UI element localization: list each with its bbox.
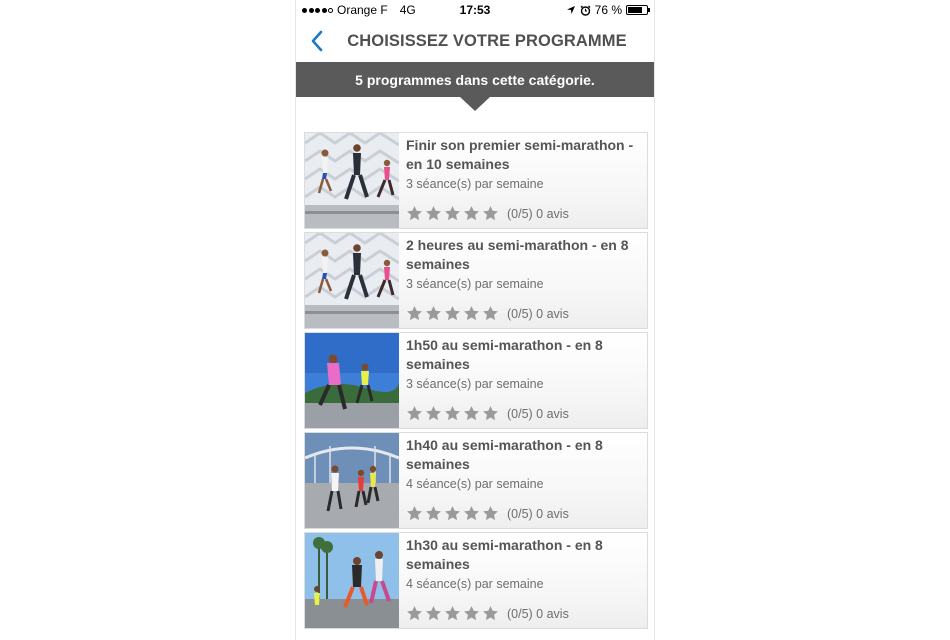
program-title: 2 heures au semi-marathon - en 8 semaine… (406, 237, 629, 272)
rating-row: (0/5) 0 avis (406, 605, 569, 622)
star-icon (464, 306, 479, 321)
status-bar: Orange F 4G 17:53 76 % (296, 0, 654, 20)
program-title: Finir son premier semi-marathon - en 10 … (406, 137, 634, 172)
runners-photo (305, 133, 399, 228)
star-icon (407, 606, 422, 621)
rating-stars (406, 405, 499, 422)
rating-row: (0/5) 0 avis (406, 205, 569, 222)
program-title: 1h30 au semi-marathon - en 8 semaines (406, 537, 603, 572)
network-label: 4G (399, 3, 416, 17)
star-icon (426, 506, 441, 521)
program-sessions: 4 séance(s) par semaine (406, 577, 544, 591)
program-sessions: 4 séance(s) par semaine (406, 477, 544, 491)
star-icon (483, 306, 498, 321)
program-thumbnail (305, 533, 399, 628)
program-sessions: 3 séance(s) par semaine (406, 377, 544, 391)
program-thumbnail (305, 133, 399, 228)
program-sessions: 3 séance(s) par semaine (406, 277, 544, 291)
carrier-label: Orange F (337, 3, 388, 17)
banner-text: 5 programmes dans cette catégorie. (355, 71, 595, 88)
location-arrow-icon (566, 6, 575, 14)
rating-stars (406, 605, 499, 622)
program-thumbnail (305, 233, 399, 328)
runners-photo (305, 533, 399, 628)
program-card[interactable]: 2 heures au semi-marathon - en 8 semaine… (304, 232, 648, 329)
program-title: 1h40 au semi-marathon - en 8 semaines (406, 437, 603, 472)
status-right: 76 % (566, 3, 650, 17)
rating-text: (0/5) 0 avis (507, 606, 569, 621)
star-icon (445, 406, 460, 421)
rating-row: (0/5) 0 avis (406, 405, 569, 422)
star-icon (426, 206, 441, 221)
program-card[interactable]: Finir son premier semi-marathon - en 10 … (304, 132, 648, 229)
program-card[interactable]: 1h30 au semi-marathon - en 8 semaines 4 s… (304, 532, 648, 629)
star-icon (464, 506, 479, 521)
star-icon (445, 606, 460, 621)
rating-text: (0/5) 0 avis (507, 306, 569, 321)
runners-photo (305, 233, 399, 328)
star-icon (483, 606, 498, 621)
program-card-body: 1h50 au semi-marathon - en 8 semaines 3 s… (399, 333, 647, 428)
program-card[interactable]: 1h40 au semi-marathon - en 8 semaines 4 s… (304, 432, 648, 529)
program-sessions: 3 séance(s) par semaine (406, 177, 544, 191)
program-list: Finir son premier semi-marathon - en 10 … (304, 132, 648, 632)
runners-photo (305, 333, 399, 428)
star-icon (483, 206, 498, 221)
phone-screen: Orange F 4G 17:53 76 % CHOISISSEZ VOTRE … (295, 0, 655, 640)
rating-stars (406, 505, 499, 522)
battery-percent: 76 % (594, 3, 622, 17)
star-icon (445, 206, 460, 221)
nav-header: CHOISISSEZ VOTRE PROGRAMME (296, 20, 654, 62)
alarm-icon (580, 5, 591, 16)
back-button[interactable] (302, 26, 332, 56)
program-title: 1h50 au semi-marathon - en 8 semaines (406, 337, 603, 372)
rating-text: (0/5) 0 avis (507, 506, 569, 521)
runners-photo (305, 433, 399, 528)
star-icon (483, 406, 498, 421)
star-icon (407, 506, 422, 521)
rating-stars (406, 205, 499, 222)
signal-icon (302, 7, 333, 13)
star-icon (426, 306, 441, 321)
status-time: 17:53 (459, 3, 491, 17)
program-card-body: 1h30 au semi-marathon - en 8 semaines 4 s… (399, 533, 647, 628)
program-card-body: Finir son premier semi-marathon - en 10 … (399, 133, 647, 228)
program-card-body: 2 heures au semi-marathon - en 8 semaine… (399, 233, 647, 328)
category-banner: 5 programmes dans cette catégorie. (296, 62, 654, 111)
program-thumbnail (305, 333, 399, 428)
star-icon (426, 406, 441, 421)
page-title: CHOISISSEZ VOTRE PROGRAMME (347, 31, 627, 50)
star-icon (407, 406, 422, 421)
star-icon (483, 506, 498, 521)
rating-stars (406, 305, 499, 322)
rating-text: (0/5) 0 avis (507, 206, 569, 221)
star-icon (407, 306, 422, 321)
rating-row: (0/5) 0 avis (406, 505, 569, 522)
star-icon (464, 606, 479, 621)
banner-arrow-pointer (460, 97, 490, 111)
star-icon (426, 606, 441, 621)
star-icon (464, 206, 479, 221)
chevron-left-icon (311, 30, 323, 52)
star-icon (445, 306, 460, 321)
program-card[interactable]: 1h50 au semi-marathon - en 8 semaines 3 s… (304, 332, 648, 429)
status-left: Orange F 4G (302, 3, 416, 17)
star-icon (445, 506, 460, 521)
program-thumbnail (305, 433, 399, 528)
program-card-body: 1h40 au semi-marathon - en 8 semaines 4 s… (399, 433, 647, 528)
star-icon (407, 206, 422, 221)
rating-row: (0/5) 0 avis (406, 305, 569, 322)
battery-icon (626, 5, 650, 15)
star-icon (464, 406, 479, 421)
rating-text: (0/5) 0 avis (507, 406, 569, 421)
